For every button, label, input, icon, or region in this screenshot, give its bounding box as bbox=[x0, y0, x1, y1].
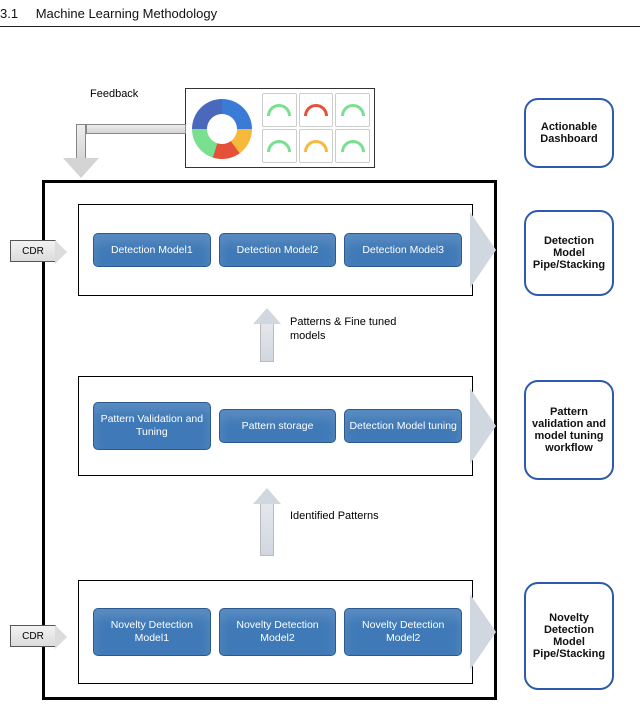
detection-node: Detection Model2 bbox=[219, 233, 337, 268]
side-label-novelty: Novelty Detection Model Pipe/Stacking bbox=[524, 582, 614, 690]
gauge-grid bbox=[258, 89, 374, 167]
novelty-node: Novelty Detection Model1 bbox=[93, 608, 211, 655]
feedback-arrow-head bbox=[63, 158, 99, 178]
gauge-icon bbox=[299, 129, 334, 163]
detection-node: Detection Model3 bbox=[344, 233, 462, 268]
gauge-icon bbox=[299, 93, 334, 127]
feedback-label: Feedback bbox=[90, 88, 138, 100]
novelty-pipe-row: Novelty Detection Model1 Novelty Detecti… bbox=[78, 580, 473, 684]
dashboard-thumbnail bbox=[185, 88, 375, 168]
detection-pipe-row: Detection Model1 Detection Model2 Detect… bbox=[78, 204, 473, 296]
cdr-input-top: CDR bbox=[10, 240, 56, 262]
donut-chart-icon bbox=[192, 99, 252, 159]
pattern-pipe-row: Pattern Validation and Tuning Pattern st… bbox=[78, 376, 473, 476]
heading-rule bbox=[0, 26, 640, 27]
feedback-arrow bbox=[76, 124, 86, 162]
connector-arrowhead-icon bbox=[253, 308, 281, 324]
gauge-icon bbox=[262, 129, 297, 163]
gauge-icon bbox=[262, 93, 297, 127]
connector-stem bbox=[260, 502, 274, 556]
novelty-node: Novelty Detection Model2 bbox=[344, 608, 462, 655]
connector-label-patterns-fine: Patterns & Fine tuned models bbox=[290, 316, 410, 344]
connector-label-identified: Identified Patterns bbox=[290, 510, 390, 524]
connector-stem bbox=[260, 322, 274, 362]
pattern-node: Pattern Validation and Tuning bbox=[93, 402, 211, 449]
feedback-arrow bbox=[86, 124, 186, 134]
detection-node: Detection Model1 bbox=[93, 233, 211, 268]
gauge-icon bbox=[335, 93, 370, 127]
section-title: Machine Learning Methodology bbox=[36, 6, 217, 21]
cdr-input-bottom: CDR bbox=[10, 625, 56, 647]
side-label-detection: Detection Model Pipe/Stacking bbox=[524, 210, 614, 296]
pattern-node: Pattern storage bbox=[219, 409, 337, 444]
novelty-node: Novelty Detection Model2 bbox=[219, 608, 337, 655]
connector-arrowhead-icon bbox=[253, 488, 281, 504]
section-number: 3.1 bbox=[0, 6, 32, 21]
pattern-node: Detection Model tuning bbox=[344, 409, 462, 444]
section-heading: 3.1 Machine Learning Methodology bbox=[0, 6, 217, 21]
side-label-dashboard: Actionable Dashboard bbox=[524, 98, 614, 168]
gauge-icon bbox=[335, 129, 370, 163]
side-label-pattern: Pattern validation and model tuning work… bbox=[524, 380, 614, 480]
